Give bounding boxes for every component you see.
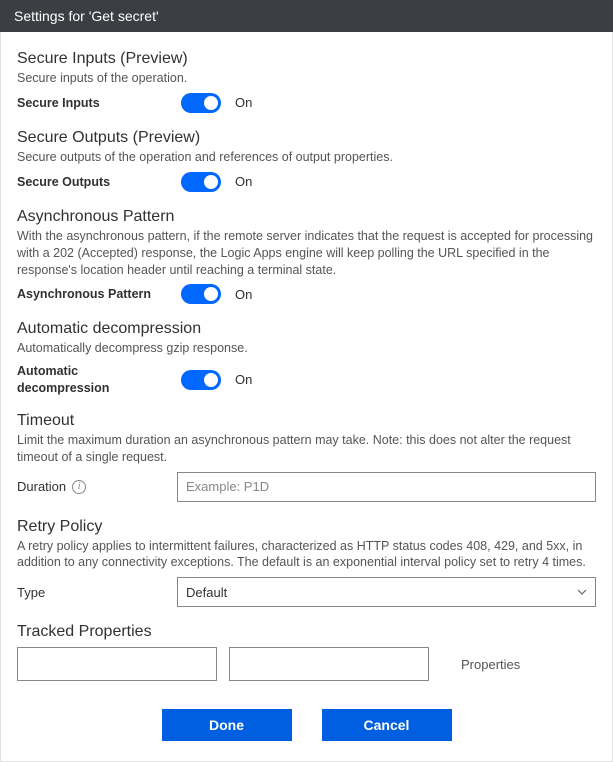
- info-icon[interactable]: i: [72, 480, 86, 494]
- section-description: Secure outputs of the operation and refe…: [17, 149, 596, 166]
- duration-label-text: Duration: [17, 479, 66, 494]
- section-title: Asynchronous Pattern: [17, 208, 596, 226]
- duration-label: Duration i: [17, 479, 167, 494]
- secure-outputs-toggle[interactable]: [181, 172, 221, 192]
- retry-type-select[interactable]: Default: [177, 577, 596, 607]
- section-description: With the asynchronous pattern, if the re…: [17, 228, 596, 279]
- toggle-state-text: On: [235, 372, 252, 387]
- section-description: A retry policy applies to intermittent f…: [17, 538, 596, 572]
- section-description: Secure inputs of the operation.: [17, 70, 596, 87]
- cancel-button[interactable]: Cancel: [322, 709, 452, 741]
- action-buttons: Done Cancel: [17, 709, 596, 741]
- section-secure-outputs: Secure Outputs (Preview) Secure outputs …: [17, 129, 596, 192]
- secure-inputs-toggle[interactable]: [181, 93, 221, 113]
- async-pattern-toggle[interactable]: [181, 284, 221, 304]
- duration-input[interactable]: [177, 472, 596, 502]
- section-async-pattern: Asynchronous Pattern With the asynchrono…: [17, 208, 596, 305]
- section-title: Tracked Properties: [17, 623, 596, 641]
- section-title: Timeout: [17, 412, 596, 430]
- type-label: Type: [17, 585, 167, 600]
- toggle-label: Automatic decompression: [17, 363, 167, 396]
- toggle-label: Secure Outputs: [17, 174, 167, 190]
- done-button[interactable]: Done: [162, 709, 292, 741]
- toggle-state-text: On: [235, 287, 252, 302]
- panel-title: Settings for 'Get secret': [14, 8, 159, 24]
- settings-panel: Secure Inputs (Preview) Secure inputs of…: [0, 32, 613, 762]
- toggle-state-text: On: [235, 174, 252, 189]
- section-title: Secure Outputs (Preview): [17, 129, 596, 147]
- retry-type-value: Default: [186, 585, 227, 600]
- panel-titlebar: Settings for 'Get secret': [0, 0, 613, 32]
- section-description: Automatically decompress gzip response.: [17, 340, 596, 357]
- toggle-state-text: On: [235, 95, 252, 110]
- section-retry-policy: Retry Policy A retry policy applies to i…: [17, 518, 596, 608]
- section-title: Automatic decompression: [17, 320, 596, 338]
- section-description: Limit the maximum duration an asynchrono…: [17, 432, 596, 466]
- section-title: Secure Inputs (Preview): [17, 50, 596, 68]
- section-auto-decompression: Automatic decompression Automatically de…: [17, 320, 596, 395]
- toggle-label: Asynchronous Pattern: [17, 286, 167, 302]
- tracked-value-input[interactable]: [229, 647, 429, 681]
- tracked-key-input[interactable]: [17, 647, 217, 681]
- section-timeout: Timeout Limit the maximum duration an as…: [17, 412, 596, 502]
- section-secure-inputs: Secure Inputs (Preview) Secure inputs of…: [17, 50, 596, 113]
- section-tracked-properties: Tracked Properties Properties: [17, 623, 596, 681]
- toggle-label: Secure Inputs: [17, 95, 167, 111]
- section-title: Retry Policy: [17, 518, 596, 536]
- auto-decompression-toggle[interactable]: [181, 370, 221, 390]
- properties-label: Properties: [461, 657, 520, 672]
